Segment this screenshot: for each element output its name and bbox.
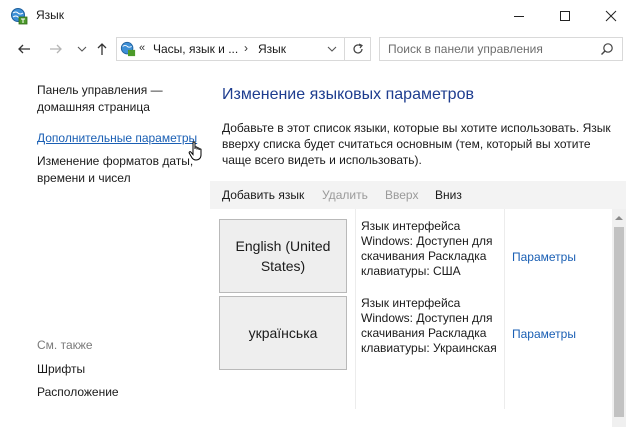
- maximize-icon: [560, 10, 570, 21]
- sidebar-link-location[interactable]: Расположение: [37, 384, 207, 401]
- address-overflow-chevron[interactable]: «: [139, 42, 145, 54]
- language-row: English (United States) Язык интерфейса …: [210, 219, 610, 295]
- language-toolbar: Добавить язык Удалить Вверх Вниз: [210, 181, 626, 209]
- hand-cursor-icon: [188, 141, 202, 161]
- page-title: Изменение языковых параметров: [222, 86, 474, 103]
- language-list: English (United States) Язык интерфейса …: [210, 209, 626, 427]
- remove-language-button[interactable]: Удалить: [322, 188, 368, 202]
- add-language-button[interactable]: Добавить язык: [222, 188, 304, 202]
- back-button[interactable]: [12, 37, 36, 61]
- move-up-button[interactable]: Вверх: [385, 188, 418, 202]
- sidebar-link-change-formats[interactable]: Изменение форматов даты, времени и чисел: [37, 153, 207, 187]
- sidebar-link-home[interactable]: Панель управления — домашняя страница: [37, 82, 207, 116]
- language-info: Язык интерфейса Windows: Доступен для ск…: [361, 296, 497, 355]
- minimize-icon: [514, 15, 524, 17]
- control-panel-window: Язык « Часы, язык и ... › Язык Поиск в п…: [0, 0, 636, 427]
- chevron-down-icon: [77, 46, 87, 52]
- language-options-link[interactable]: Параметры: [512, 327, 576, 341]
- title-bar: Язык: [0, 0, 636, 31]
- language-tile-english[interactable]: English (United States): [219, 219, 347, 293]
- arrow-up-icon: [97, 43, 107, 55]
- window-title: Язык: [36, 8, 65, 22]
- arrow-left-icon: [18, 44, 30, 54]
- breadcrumb-separator[interactable]: ›: [244, 41, 248, 55]
- language-list-scrollbar[interactable]: [612, 209, 626, 427]
- arrow-right-icon: [50, 44, 62, 54]
- up-button[interactable]: [90, 37, 114, 61]
- breadcrumb-language[interactable]: Язык: [258, 42, 286, 56]
- forward-button[interactable]: [44, 37, 68, 61]
- move-down-button[interactable]: Вниз: [435, 188, 462, 202]
- close-button[interactable]: [588, 0, 634, 31]
- control-panel-globe-icon: [10, 7, 28, 25]
- minimize-button[interactable]: [496, 0, 542, 31]
- search-input[interactable]: Поиск в панели управления: [379, 37, 623, 61]
- address-dropdown-button[interactable]: [322, 38, 342, 60]
- triangle-up-icon: [615, 216, 623, 220]
- close-icon: [605, 10, 617, 21]
- language-options-link[interactable]: Параметры: [512, 250, 576, 264]
- sidebar: Панель управления — домашняя страница До…: [0, 68, 210, 427]
- sidebar-link-fonts[interactable]: Шрифты: [37, 361, 207, 378]
- breadcrumb-clock-language[interactable]: Часы, язык и ...: [153, 42, 238, 56]
- search-icon[interactable]: [600, 42, 614, 56]
- maximize-button[interactable]: [542, 0, 588, 31]
- chevron-down-icon: [327, 46, 337, 52]
- address-bar[interactable]: « Часы, язык и ... › Язык: [116, 37, 371, 61]
- refresh-icon: [353, 43, 363, 54]
- control-panel-globe-icon: [120, 41, 136, 57]
- language-info: Язык интерфейса Windows: Доступен для ск…: [361, 219, 493, 278]
- refresh-button[interactable]: [344, 38, 371, 60]
- language-row: українська Язык интерфейса Windows: Дост…: [210, 296, 610, 372]
- search-placeholder: Поиск в панели управления: [388, 42, 543, 56]
- scroll-up-button[interactable]: [612, 211, 626, 225]
- scrollbar-thumb[interactable]: [614, 227, 624, 417]
- sidebar-link-advanced-settings[interactable]: Дополнительные параметры: [37, 130, 207, 147]
- language-tile-ukrainian[interactable]: українська: [219, 296, 347, 370]
- see-also-heading: См. также: [37, 338, 93, 352]
- page-description: Добавьте в этот список языки, которые вы…: [222, 121, 611, 167]
